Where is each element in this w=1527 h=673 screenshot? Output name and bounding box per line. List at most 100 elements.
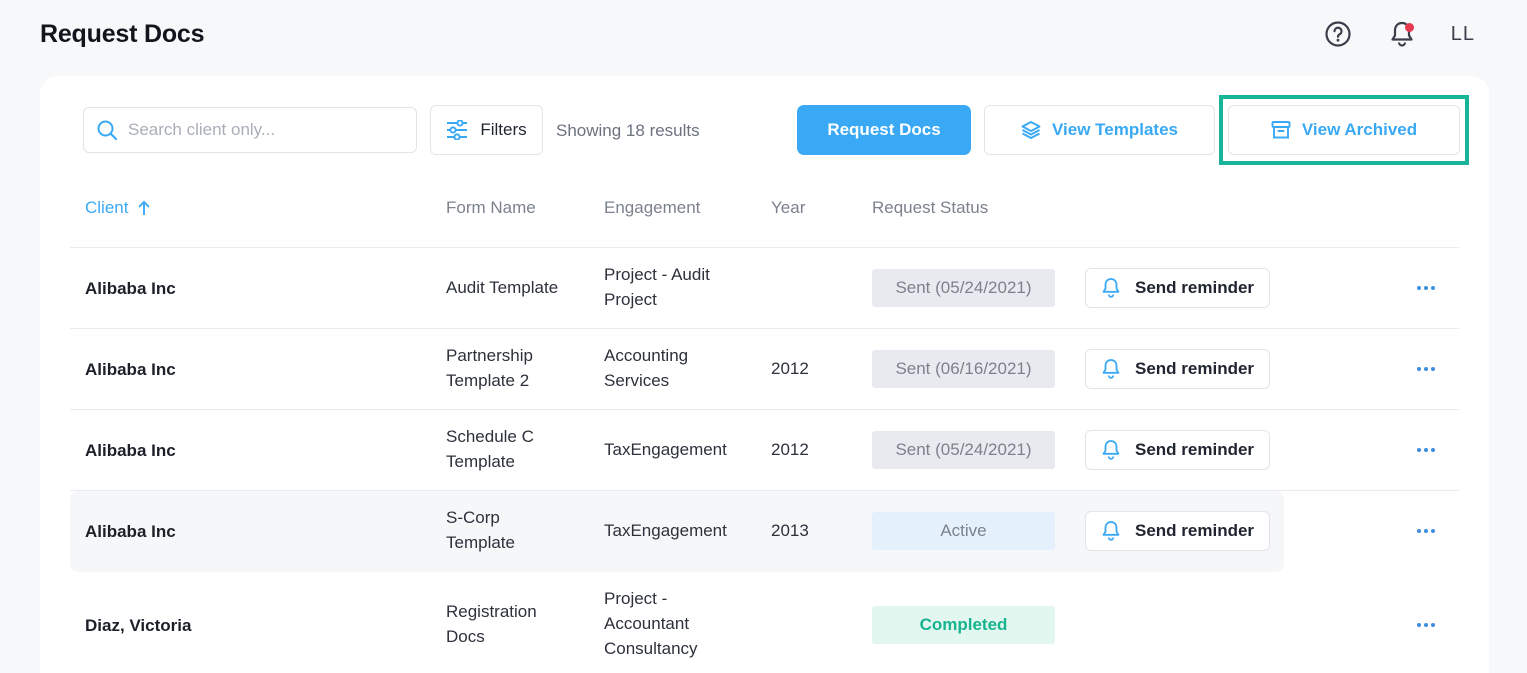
more-dot [1417, 623, 1421, 627]
status-badge: Sent (05/24/2021) [872, 431, 1055, 469]
form-name: Registration Docs [446, 599, 586, 649]
filters-label: Filters [480, 120, 527, 139]
more-dot [1431, 448, 1435, 452]
table-header: Client Form Name Engagement Year Request… [70, 174, 1459, 248]
more-dot [1431, 623, 1435, 627]
table-row[interactable]: Alibaba Inc Schedule C Template TaxEngag… [70, 410, 1459, 491]
view-archived-button[interactable]: View Archived [1228, 105, 1460, 155]
requests-table: Client Form Name Engagement Year Request… [70, 174, 1459, 673]
engagement: TaxEngagement [604, 518, 754, 543]
table-row[interactable]: Alibaba Inc S-Corp Template TaxEngagemen… [70, 491, 1435, 572]
form-name-line: Template [446, 533, 515, 552]
bell-icon [1102, 440, 1120, 460]
search-box[interactable] [83, 107, 417, 153]
table-row[interactable]: Alibaba Inc Audit Template Project - Aud… [70, 248, 1459, 329]
top-actions: LL [1323, 18, 1475, 50]
engagement-line: Accounting [604, 346, 689, 365]
form-name-line: S-Corp [446, 508, 500, 527]
more-dot [1431, 367, 1435, 371]
client-name[interactable]: Alibaba Inc [85, 519, 176, 544]
year: 2013 [771, 521, 809, 540]
column-header-year[interactable]: Year [771, 198, 805, 218]
engagement-line: TaxEngagement [604, 440, 727, 459]
layers-icon [1021, 121, 1041, 139]
column-header-request-status[interactable]: Request Status [872, 198, 988, 218]
engagement: Project - Accountant Consultancy [604, 586, 754, 661]
form-name-line: Schedule C [446, 427, 534, 446]
client-name[interactable]: Alibaba Inc [85, 276, 176, 301]
more-dot [1424, 286, 1428, 290]
archive-icon [1271, 121, 1291, 139]
sliders-icon [447, 120, 468, 140]
more-dot [1424, 367, 1428, 371]
row-more-button[interactable] [1413, 359, 1439, 379]
engagement-line: Project - Audit [604, 265, 710, 284]
more-dot [1417, 286, 1421, 290]
more-dot [1417, 367, 1421, 371]
request-docs-card: Filters Showing 18 results Request Docs … [40, 76, 1489, 673]
send-reminder-label: Send reminder [1135, 521, 1255, 540]
avatar[interactable]: LL [1451, 23, 1475, 46]
status-badge: Sent (06/16/2021) [872, 350, 1055, 388]
form-name: Audit Template [446, 275, 586, 300]
search-input[interactable] [128, 120, 388, 140]
status-badge: Completed [872, 606, 1055, 644]
row-more-button[interactable] [1413, 615, 1439, 635]
send-reminder-button[interactable]: Send reminder [1085, 430, 1270, 470]
engagement-line: Project [604, 290, 657, 309]
search-icon [97, 120, 118, 141]
more-dot [1417, 448, 1421, 452]
bell-icon [1102, 521, 1120, 541]
column-header-engagement[interactable]: Engagement [604, 198, 700, 218]
column-header-client[interactable]: Client [85, 198, 151, 218]
row-more-button[interactable] [1413, 278, 1439, 298]
engagement: Project - Audit Project [604, 262, 754, 312]
sort-ascending-icon [138, 200, 151, 215]
more-dot [1424, 448, 1428, 452]
view-templates-button[interactable]: View Templates [984, 105, 1215, 155]
engagement-line: Services [604, 371, 670, 390]
send-reminder-label: Send reminder [1135, 440, 1255, 459]
help-circle-icon [1325, 21, 1351, 47]
form-name: Partnership Template 2 [446, 343, 586, 393]
form-name: Schedule C Template [446, 424, 586, 474]
engagement-line: Consultancy [604, 639, 698, 658]
form-name-line: Audit Template [446, 278, 559, 297]
notifications-button[interactable] [1387, 18, 1417, 50]
year: 2012 [771, 440, 809, 459]
send-reminder-button[interactable]: Send reminder [1085, 268, 1270, 308]
help-button[interactable] [1323, 18, 1353, 50]
toolbar: Filters Showing 18 results Request Docs … [83, 105, 1460, 155]
status-badge: Sent (05/24/2021) [872, 269, 1055, 307]
table-row[interactable]: Diaz, Victoria Registration Docs Project… [70, 572, 1459, 673]
filters-button[interactable]: Filters [430, 105, 543, 155]
client-name[interactable]: Alibaba Inc [85, 438, 176, 463]
column-label-client: Client [85, 198, 129, 217]
engagement-line: Accountant [604, 614, 690, 633]
results-count: Showing 18 results [556, 121, 700, 140]
notification-badge [1404, 23, 1414, 32]
send-reminder-label: Send reminder [1135, 278, 1255, 297]
status-badge: Active [872, 512, 1055, 550]
year: 2012 [771, 359, 809, 378]
send-reminder-button[interactable]: Send reminder [1085, 511, 1270, 551]
view-archived-label: View Archived [1301, 120, 1418, 139]
row-more-button[interactable] [1413, 440, 1439, 460]
send-reminder-button[interactable]: Send reminder [1085, 349, 1270, 389]
column-header-form-name[interactable]: Form Name [446, 198, 536, 218]
more-dot [1431, 286, 1435, 290]
client-name[interactable]: Diaz, Victoria [85, 613, 191, 638]
table-row[interactable]: Alibaba Inc Partnership Template 2 Accou… [70, 329, 1459, 410]
form-name: S-Corp Template [446, 505, 586, 555]
bell-icon [1102, 359, 1120, 379]
engagement: Accounting Services [604, 343, 754, 393]
more-dot [1431, 529, 1435, 533]
client-name[interactable]: Alibaba Inc [85, 357, 176, 382]
engagement-line: Project - [604, 589, 668, 608]
engagement-line: TaxEngagement [604, 521, 727, 540]
request-docs-button[interactable]: Request Docs [797, 105, 971, 155]
engagement: TaxEngagement [604, 437, 754, 462]
form-name-line: Partnership [446, 346, 533, 365]
form-name-line: Template [446, 452, 515, 471]
row-more-button[interactable] [1413, 521, 1439, 541]
